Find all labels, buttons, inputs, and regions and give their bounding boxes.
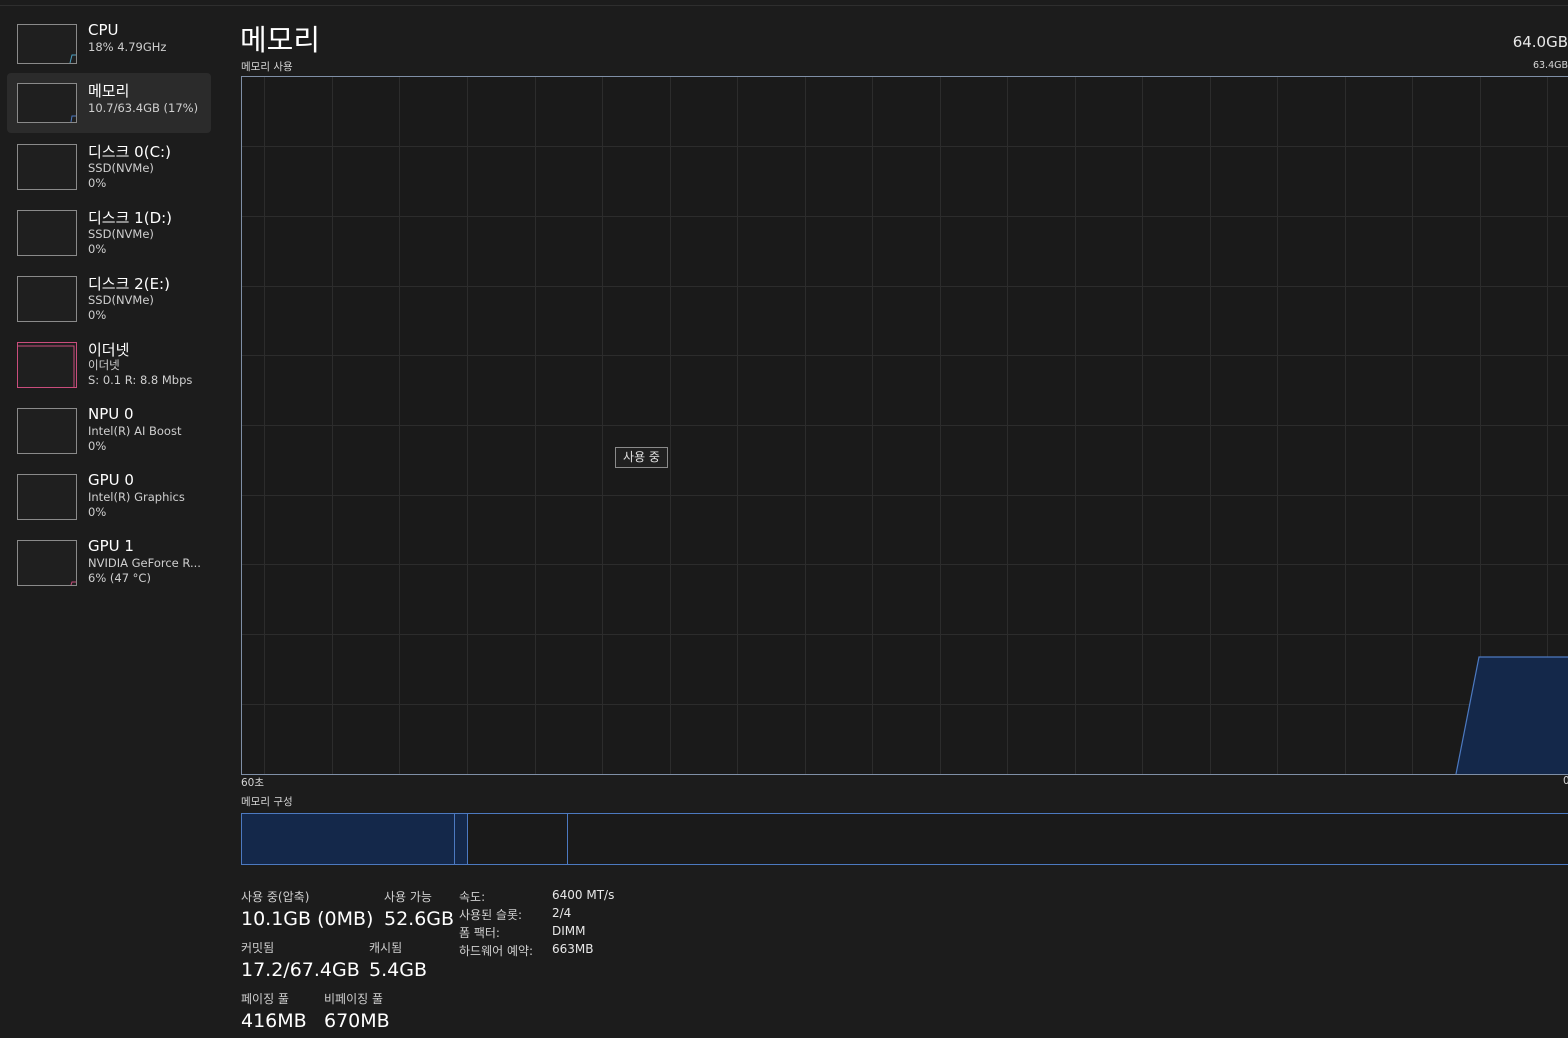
sidebar-item-title: NPU 0 [88,405,134,423]
performance-sidebar: CPU 18% 4.79GHz 메모리 10.7/63.4GB (17%) 디스… [0,0,220,1038]
sidebar-item-usage: 0% [88,308,107,322]
total-memory: 64.0GB [1512,33,1568,51]
memory-usage-area [1456,657,1568,774]
sidebar-item-detail: 18% 4.79GHz [88,40,167,54]
committed-value: 17.2/67.4GB [241,959,360,981]
memory-thumbnail-graph [17,83,77,123]
slots-label: 사용된 슬롯: [459,908,523,922]
form-factor-value: DIMM [552,924,586,938]
window-top-border [0,5,1568,6]
sidebar-item-usage: 6% (47 °C) [88,571,151,585]
speed-value: 6400 MT/s [552,888,615,902]
npu-thumbnail-graph [17,408,77,454]
in-use-label: 사용 중(압축) [241,890,310,904]
sidebar-item-cpu[interactable]: CPU 18% 4.79GHz [7,12,211,72]
sidebar-item-title: GPU 1 [88,537,134,555]
sidebar-item-detail: Intel(R) Graphics [88,490,185,504]
cached-label: 캐시됨 [369,941,403,955]
sidebar-item-usage: S: 0.1 R: 8.8 Mbps [88,373,193,387]
sidebar-item-detail: 10.7/63.4GB (17%) [88,101,199,115]
sidebar-item-gpu-1[interactable]: GPU 1 NVIDIA GeForce R... 6% (47 °C) [7,534,211,594]
sidebar-item-gpu-0[interactable]: GPU 0 Intel(R) Graphics 0% [7,468,211,528]
in-use-value: 10.1GB (0MB) [241,908,374,930]
gpu-thumbnail-graph [17,474,77,520]
gpu-thumbnail-graph [17,540,77,586]
paged-pool-label: 페이징 풀 [241,992,289,1006]
composition-standby[interactable] [468,814,568,864]
sidebar-item-title: 디스크 1(D:) [88,209,173,227]
sidebar-item-detail: 이더넷 [88,358,120,372]
disk-thumbnail-graph [17,210,77,256]
cpu-thumbnail-graph [17,24,77,64]
hardware-reserved-label: 하드웨어 예약: [459,944,534,958]
sidebar-item-disk-2[interactable]: 디스크 2(E:) SSD(NVMe) 0% [7,270,211,330]
ethernet-thumbnail-graph [17,342,77,388]
disk-thumbnail-graph [17,276,77,322]
cached-value: 5.4GB [369,959,427,981]
hardware-reserved-value: 663MB [552,942,594,956]
graph-time-start: 60초 [241,777,265,789]
form-factor-label: 폼 팩터: [459,926,500,940]
sidebar-item-ethernet[interactable]: 이더넷 이더넷 S: 0.1 R: 8.8 Mbps [7,336,211,396]
sidebar-item-disk-0[interactable]: 디스크 0(C:) SSD(NVMe) 0% [7,138,211,198]
usage-graph-max: 63.4GB [1532,60,1568,71]
committed-label: 커밋됨 [241,941,275,955]
available-label: 사용 가능 [384,890,432,904]
sidebar-item-detail: SSD(NVMe) [88,293,154,307]
sidebar-item-usage: 0% [88,439,107,453]
sidebar-item-memory[interactable]: 메모리 10.7/63.4GB (17%) [7,73,211,133]
graph-time-end: 0 [1563,775,1568,787]
sidebar-item-detail: SSD(NVMe) [88,161,154,175]
sidebar-item-detail: Intel(R) AI Boost [88,424,182,438]
available-value: 52.6GB [384,908,455,930]
usage-tooltip: 사용 중 [615,447,668,468]
composition-in-use[interactable] [242,814,455,864]
nonpaged-pool-label: 비페이징 풀 [324,992,384,1006]
sidebar-item-npu-0[interactable]: NPU 0 Intel(R) AI Boost 0% [7,402,211,462]
sidebar-item-title: 메모리 [88,82,130,100]
sidebar-item-title: 디스크 0(C:) [88,143,171,161]
memory-composition-bar[interactable] [241,813,1568,865]
speed-label: 속도: [459,890,486,904]
sidebar-item-title: GPU 0 [88,471,134,489]
composition-free[interactable] [568,814,1568,864]
sidebar-item-disk-1[interactable]: 디스크 1(D:) SSD(NVMe) 0% [7,204,211,264]
memory-usage-plot [242,77,1568,774]
sidebar-item-detail: SSD(NVMe) [88,227,154,241]
paged-pool-value: 416MB [241,1010,307,1032]
page-title: 메모리 [240,23,321,57]
composition-label: 메모리 구성 [241,796,293,808]
sidebar-item-title: CPU [88,21,119,39]
sidebar-item-detail: NVIDIA GeForce R... [88,556,201,570]
memory-usage-graph[interactable] [241,76,1568,775]
usage-graph-label: 메모리 사용 [241,61,293,73]
sidebar-item-usage: 0% [88,505,107,519]
disk-thumbnail-graph [17,144,77,190]
slots-value: 2/4 [552,906,572,920]
sidebar-item-usage: 0% [88,176,107,190]
nonpaged-pool-value: 670MB [324,1010,390,1032]
sidebar-item-usage: 0% [88,242,107,256]
sidebar-item-title: 디스크 2(E:) [88,275,170,293]
composition-modified[interactable] [455,814,468,864]
